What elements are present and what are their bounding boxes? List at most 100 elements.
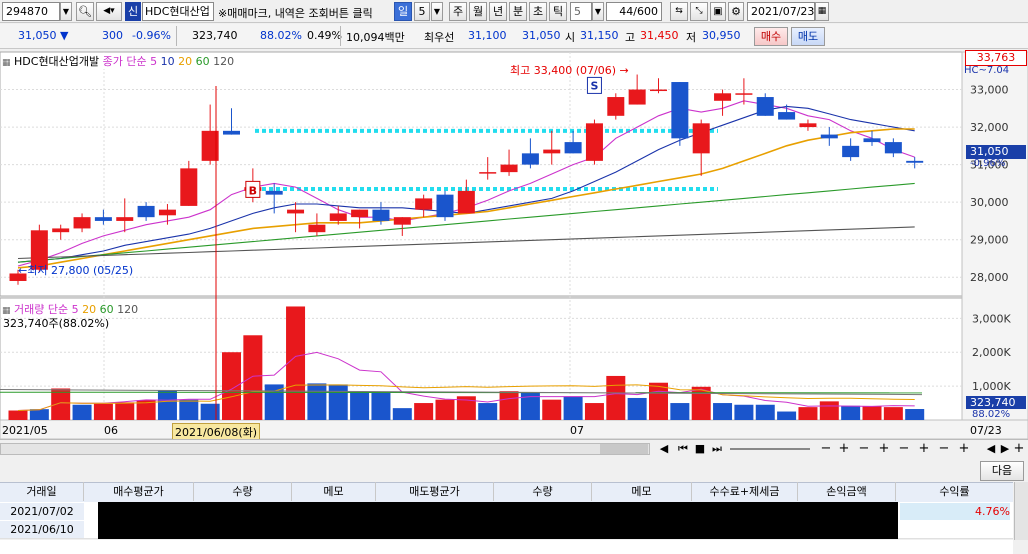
candle-body[interactable] (479, 172, 497, 174)
candle-body[interactable] (116, 217, 134, 221)
bar-count-icon[interactable]: ⇆ (670, 2, 688, 21)
period-dropdown-icon[interactable]: ▼ (431, 2, 443, 21)
candle-body[interactable] (756, 97, 774, 116)
volume-bar[interactable] (328, 384, 348, 420)
date-input[interactable]: 2021/07/23 (747, 2, 815, 21)
sell-button[interactable]: 매도 (791, 27, 825, 46)
volume-bar[interactable] (8, 410, 28, 420)
volume-bar[interactable] (606, 375, 626, 420)
volume-bar[interactable] (649, 382, 668, 420)
candle-body[interactable] (137, 205, 155, 218)
candle-body[interactable] (607, 97, 625, 116)
nav-right-icon[interactable]: ▶ (998, 442, 1012, 455)
volume-bar[interactable] (307, 383, 327, 420)
chart-tools-icon[interactable]: ⤡ (690, 2, 708, 21)
volume-bar[interactable] (51, 388, 71, 420)
zoom-slider[interactable] (730, 448, 810, 450)
zoom-out-icon-4[interactable]: − (936, 441, 952, 456)
interval-dropdown-icon[interactable]: ▼ (592, 2, 604, 21)
candle-body[interactable] (564, 142, 582, 154)
period-month-button[interactable]: 월 (469, 2, 487, 21)
candle-body[interactable] (457, 190, 475, 214)
scroll-last-icon[interactable]: ⏭ (710, 442, 724, 456)
volume-bar[interactable] (222, 352, 241, 420)
volume-bar[interactable] (798, 407, 818, 420)
zoom-in-icon[interactable]: + (836, 441, 852, 456)
zoom-in-icon-4[interactable]: + (956, 441, 972, 456)
next-button[interactable]: 다음 (980, 461, 1024, 481)
volume-bar[interactable] (841, 405, 861, 420)
search-icon[interactable]: 🔍︎ (76, 2, 94, 21)
volume-bar[interactable] (93, 403, 113, 420)
candle-body[interactable] (265, 190, 283, 195)
candle-body[interactable] (671, 82, 689, 139)
candle-body[interactable] (158, 209, 176, 216)
candle-body[interactable] (543, 149, 561, 154)
candle-body[interactable] (863, 138, 881, 143)
volume-bar[interactable] (435, 399, 455, 420)
period-day-button[interactable]: 일 (394, 2, 412, 21)
candle-body[interactable] (500, 164, 518, 173)
volume-bar[interactable] (819, 401, 839, 420)
volume-bar[interactable] (392, 408, 412, 420)
stock-code-input[interactable]: 294870 (2, 2, 60, 21)
volume-bar[interactable] (883, 407, 903, 420)
volume-bar[interactable] (286, 306, 306, 420)
table-scrollbar[interactable] (1014, 482, 1028, 540)
candle-body[interactable] (735, 93, 753, 95)
candle-body[interactable] (820, 134, 838, 139)
period-week-button[interactable]: 주 (449, 2, 467, 21)
zoom-out-icon[interactable]: − (818, 441, 834, 456)
candle-body[interactable] (415, 198, 433, 210)
candle-body[interactable] (436, 194, 454, 218)
candle-body[interactable] (884, 142, 902, 154)
candle-body[interactable] (585, 123, 603, 161)
stop-icon[interactable]: ■ (694, 442, 706, 455)
candle-body[interactable] (329, 213, 347, 221)
scroll-left-icon[interactable]: ◀ (658, 442, 670, 455)
volume-bar[interactable] (414, 403, 434, 420)
nav-plus-icon[interactable]: + (1012, 441, 1026, 456)
candle-body[interactable] (180, 168, 198, 206)
volume-bar[interactable] (905, 409, 925, 420)
candle-body[interactable] (287, 209, 305, 214)
candle-body[interactable] (906, 160, 924, 163)
period-year-button[interactable]: 년 (489, 2, 507, 21)
candle-body[interactable] (842, 145, 860, 158)
nav-left-icon[interactable]: ◀ (984, 442, 998, 455)
candle-body[interactable] (650, 89, 667, 92)
candle-body[interactable] (521, 153, 539, 165)
interval-input[interactable]: 5 (570, 2, 592, 21)
zoom-in-icon-3[interactable]: + (916, 441, 932, 456)
gear-icon[interactable]: ⚙ (728, 2, 744, 21)
calendar-icon[interactable]: ▦ (815, 2, 829, 21)
volume-bar[interactable] (179, 399, 199, 420)
candle-body[interactable] (94, 217, 112, 221)
candle-body[interactable] (778, 112, 796, 120)
save-icon[interactable]: ▣ (710, 2, 726, 21)
candle-body[interactable] (628, 89, 646, 105)
candle-body[interactable] (799, 123, 817, 128)
chart-scrollbar[interactable] (0, 443, 650, 455)
speaker-icon[interactable]: ◀▾ (96, 2, 122, 21)
dropdown-icon[interactable]: ▼ (60, 2, 72, 21)
candle-body[interactable] (52, 228, 70, 233)
candle-body[interactable] (351, 209, 369, 218)
volume-bar[interactable] (584, 403, 604, 420)
volume-bar[interactable] (734, 404, 754, 420)
price-panel[interactable] (0, 51, 963, 297)
volume-bar[interactable] (29, 409, 49, 420)
volume-bar[interactable] (157, 390, 177, 420)
volume-bar[interactable] (627, 397, 647, 420)
volume-bar[interactable] (499, 391, 519, 420)
volume-bar[interactable] (478, 403, 498, 420)
volume-bar[interactable] (115, 402, 135, 420)
zoom-out-icon-2[interactable]: − (856, 441, 872, 456)
candle-body[interactable] (393, 217, 411, 225)
volume-bar[interactable] (755, 404, 775, 420)
volume-bar[interactable] (200, 403, 220, 420)
candle-body[interactable] (308, 224, 326, 233)
volume-bar[interactable] (670, 403, 690, 420)
period-tick-button[interactable]: 틱 (549, 2, 567, 21)
volume-bar[interactable] (777, 411, 797, 420)
